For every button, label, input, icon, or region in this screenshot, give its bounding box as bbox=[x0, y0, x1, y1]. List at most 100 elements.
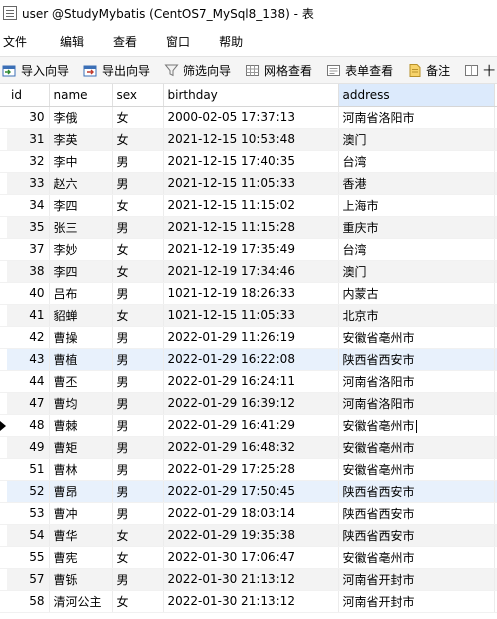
cell-address[interactable]: 安徽省亳州市 bbox=[338, 546, 495, 569]
row-indicator[interactable] bbox=[0, 128, 7, 151]
row-indicator[interactable] bbox=[0, 348, 7, 371]
cell-name[interactable]: 李中 bbox=[49, 150, 113, 173]
cell-birthday[interactable]: 2022-01-29 19:35:38 bbox=[163, 524, 339, 547]
table-row[interactable]: 34 李四女 2021-12-15 11:15:02 上海市 bbox=[0, 194, 497, 217]
cell-id[interactable]: 48 bbox=[7, 414, 50, 437]
cell-address[interactable]: 陕西省西安市 bbox=[338, 480, 495, 503]
cell-sex[interactable]: 男 bbox=[112, 348, 164, 371]
cell-address[interactable]: 陕西省西安市 bbox=[338, 348, 495, 371]
column-header-name[interactable]: name bbox=[49, 84, 113, 107]
cell-id[interactable]: 44 bbox=[7, 370, 50, 393]
row-indicator[interactable] bbox=[0, 546, 7, 569]
cell-birthday[interactable]: 2000-02-05 17:37:13 bbox=[163, 106, 339, 129]
cell-sex[interactable]: 男 bbox=[112, 502, 164, 525]
menu-window[interactable]: 窗口 bbox=[162, 33, 194, 50]
menu-edit[interactable]: 编辑 bbox=[56, 33, 88, 50]
cell-birthday[interactable]: 2022-01-30 21:13:12 bbox=[163, 568, 339, 591]
row-indicator[interactable] bbox=[0, 392, 7, 415]
table-row[interactable]: 49 曹矩男 2022-01-29 16:48:32 安徽省亳州市 bbox=[0, 436, 497, 459]
cell-address[interactable]: 重庆市 bbox=[338, 216, 495, 239]
cell-birthday[interactable]: 2022-01-29 18:03:14 bbox=[163, 502, 339, 525]
table-row[interactable]: 44 曹丕男 2022-01-29 16:24:11 河南省洛阳市 bbox=[0, 370, 497, 393]
column-header-address[interactable]: address bbox=[338, 84, 495, 107]
cell-id[interactable]: 47 bbox=[7, 392, 50, 415]
cell-address[interactable]: 内蒙古 bbox=[338, 282, 495, 305]
cell-sex[interactable]: 女 bbox=[112, 128, 164, 151]
row-indicator[interactable] bbox=[0, 458, 7, 481]
cell-id[interactable]: 40 bbox=[7, 282, 50, 305]
cell-address[interactable]: 陕西省西安市 bbox=[338, 502, 495, 525]
memo-button[interactable]: 备注 bbox=[405, 58, 454, 82]
row-indicator[interactable] bbox=[0, 260, 7, 283]
form-view-button[interactable]: 表单查看 bbox=[324, 58, 397, 82]
cell-sex[interactable]: 男 bbox=[112, 172, 164, 195]
row-indicator[interactable] bbox=[0, 502, 7, 525]
cell-sex[interactable]: 男 bbox=[112, 458, 164, 481]
cell-birthday[interactable]: 2021-12-19 17:34:46 bbox=[163, 260, 339, 283]
cell-name[interactable]: 李四 bbox=[49, 194, 113, 217]
row-indicator[interactable] bbox=[0, 150, 7, 173]
cell-sex[interactable]: 男 bbox=[112, 326, 164, 349]
cell-address[interactable]: 安徽省亳州市 bbox=[338, 414, 495, 437]
cell-name[interactable]: 李四 bbox=[49, 260, 113, 283]
cell-id[interactable]: 37 bbox=[7, 238, 50, 261]
cell-name[interactable]: 曹棘 bbox=[49, 414, 113, 437]
cell-name[interactable]: 曹均 bbox=[49, 392, 113, 415]
row-indicator[interactable] bbox=[0, 568, 7, 591]
cell-address[interactable]: 北京市 bbox=[338, 304, 495, 327]
row-indicator[interactable] bbox=[0, 172, 7, 195]
menu-view[interactable]: 查看 bbox=[109, 33, 141, 50]
row-indicator[interactable] bbox=[0, 238, 7, 261]
cell-sex[interactable]: 女 bbox=[112, 304, 164, 327]
cell-address[interactable]: 澳门 bbox=[338, 128, 495, 151]
cell-sex[interactable]: 女 bbox=[112, 238, 164, 261]
cell-id[interactable]: 42 bbox=[7, 326, 50, 349]
table-row[interactable]: 31 李英女 2021-12-15 10:53:48 澳门 bbox=[0, 128, 497, 151]
export-wizard-button[interactable]: 导出向导 bbox=[81, 58, 154, 82]
cell-name[interactable]: 曹矩 bbox=[49, 436, 113, 459]
cell-birthday[interactable]: 2022-01-29 16:22:08 bbox=[163, 348, 339, 371]
cell-id[interactable]: 38 bbox=[7, 260, 50, 283]
cell-id[interactable]: 58 bbox=[7, 590, 50, 613]
cell-name[interactable]: 貂蝉 bbox=[49, 304, 113, 327]
table-row[interactable]: 33 赵六男 2021-12-15 11:05:33 香港 bbox=[0, 172, 497, 195]
row-indicator[interactable] bbox=[0, 436, 7, 459]
cell-name[interactable]: 曹铄 bbox=[49, 568, 113, 591]
grid-view-button[interactable]: 网格查看 bbox=[243, 58, 316, 82]
table-row[interactable]: 57 曹铄男 2022-01-30 21:13:12 河南省开封市 bbox=[0, 568, 497, 591]
cell-name[interactable]: 李妙 bbox=[49, 238, 113, 261]
cell-name[interactable]: 曹丕 bbox=[49, 370, 113, 393]
cell-address[interactable]: 台湾 bbox=[338, 150, 495, 173]
cell-address[interactable]: 澳门 bbox=[338, 260, 495, 283]
row-indicator[interactable] bbox=[0, 524, 7, 547]
cell-id[interactable]: 34 bbox=[7, 194, 50, 217]
cell-birthday[interactable]: 1021-12-19 18:26:33 bbox=[163, 282, 339, 305]
cell-sex[interactable]: 男 bbox=[112, 480, 164, 503]
cell-address[interactable]: 河南省洛阳市 bbox=[338, 106, 495, 129]
cell-sex[interactable]: 男 bbox=[112, 568, 164, 591]
cell-id[interactable]: 31 bbox=[7, 128, 50, 151]
cell-name[interactable]: 清河公主 bbox=[49, 590, 113, 613]
cell-sex[interactable]: 女 bbox=[112, 194, 164, 217]
table-row[interactable]: 54 曹华女 2022-01-29 19:35:38 陕西省西安市 bbox=[0, 524, 497, 547]
cell-sex[interactable]: 男 bbox=[112, 370, 164, 393]
cell-name[interactable]: 赵六 bbox=[49, 172, 113, 195]
row-indicator[interactable] bbox=[0, 414, 7, 437]
cell-name[interactable]: 曹华 bbox=[49, 524, 113, 547]
cell-id[interactable]: 52 bbox=[7, 480, 50, 503]
column-header-birthday[interactable]: birthday bbox=[163, 84, 339, 107]
cell-birthday[interactable]: 2022-01-29 16:39:12 bbox=[163, 392, 339, 415]
column-header-id[interactable]: id bbox=[7, 84, 50, 107]
table-row[interactable]: 42 曹操男 2022-01-29 11:26:19 安徽省亳州市 bbox=[0, 326, 497, 349]
cell-address[interactable]: 香港 bbox=[338, 172, 495, 195]
table-row[interactable]: 38 李四女 2021-12-19 17:34:46 澳门 bbox=[0, 260, 497, 283]
filter-wizard-button[interactable]: 筛选向导 bbox=[162, 58, 235, 82]
cell-address[interactable]: 河南省洛阳市 bbox=[338, 370, 495, 393]
cell-birthday[interactable]: 2021-12-15 11:15:28 bbox=[163, 216, 339, 239]
cell-name[interactable]: 李俄 bbox=[49, 106, 113, 129]
cell-address[interactable]: 安徽省亳州市 bbox=[338, 458, 495, 481]
cell-birthday[interactable]: 2022-01-30 21:13:12 bbox=[163, 590, 339, 613]
table-row[interactable]: 47 曹均男 2022-01-29 16:39:12 河南省洛阳市 bbox=[0, 392, 497, 415]
cell-name[interactable]: 曹昂 bbox=[49, 480, 113, 503]
cell-sex[interactable]: 男 bbox=[112, 282, 164, 305]
